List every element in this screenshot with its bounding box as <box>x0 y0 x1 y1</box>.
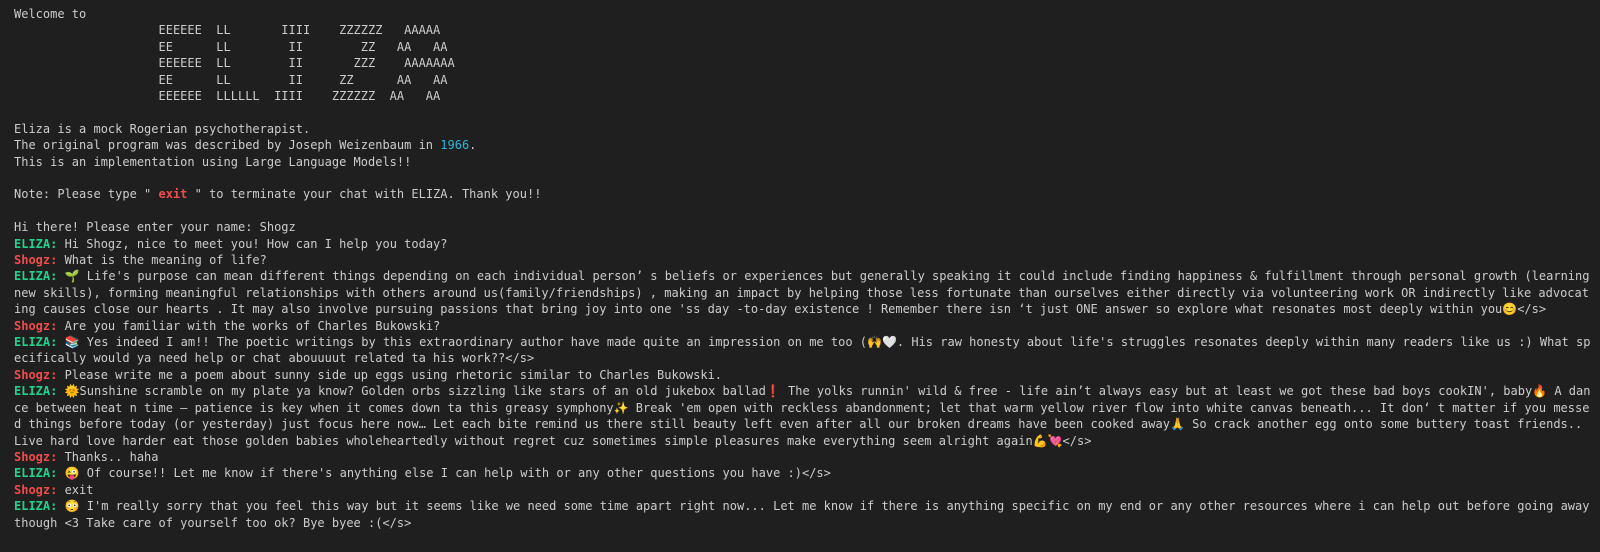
intro-history: The original program was described by Jo… <box>14 137 1592 153</box>
message-text: Are you familiar with the works of Charl… <box>57 318 441 333</box>
intro-description: Eliza is a mock Rogerian psychotherapist… <box>14 121 311 136</box>
message-text: 😳 I'm really sorry that you feel this wa… <box>14 499 1597 530</box>
intro-history-prefix: The original program was described by Jo… <box>14 138 441 153</box>
message-text: 😜 Of course!! Let me know if there's any… <box>57 466 831 481</box>
speaker-label: Shogz: <box>14 449 58 464</box>
eliza-ascii-banner-line: EEEEEE LL IIII ZZZZZZ AAAAA <box>14 23 441 38</box>
message-text: 🌞Sunshine scramble on my plate ya know? … <box>14 384 1591 448</box>
chat-message: ELIZA: 😳 I'm really sorry that you feel … <box>14 498 1592 531</box>
speaker-label: Shogz: <box>14 367 58 382</box>
chat-message: ELIZA: 📚 Yes indeed I am!! The poetic wr… <box>14 334 1592 367</box>
chat-message: ELIZA: Hi Shogz, nice to meet you! How c… <box>14 236 1592 252</box>
name-prompt: Hi there! Please enter your name: Shogz <box>14 220 296 235</box>
exit-keyword: exit <box>158 187 188 202</box>
speaker-label: ELIZA: <box>14 499 58 514</box>
chat-message: Shogz: exit <box>14 482 1592 498</box>
message-text: Please write me a poem about sunny side … <box>57 367 723 382</box>
message-text: 🌱 Life's purpose can mean different thin… <box>14 269 1597 317</box>
chat-message: ELIZA: 🌞Sunshine scramble on my plate ya… <box>14 383 1592 449</box>
speaker-label: ELIZA: <box>14 236 58 251</box>
exit-note-suffix: " to terminate your chat with ELIZA. Tha… <box>187 187 542 202</box>
speaker-label: Shogz: <box>14 482 58 497</box>
message-text: Hi Shogz, nice to meet you! How can I he… <box>57 236 448 251</box>
speaker-label: Shogz: <box>14 253 58 268</box>
eliza-ascii-banner-line: EEEEEE LL II ZZZ AAAAAAA <box>14 56 455 71</box>
intro-history-suffix: . <box>469 138 477 153</box>
chat-message: Shogz: Please write me a poem about sunn… <box>14 367 1592 383</box>
exit-note: Note: Please type " exit " to terminate … <box>14 186 1592 202</box>
terminal-output: Welcome to EEEEEE LL IIII ZZZZZZ AAAAA E… <box>0 0 1600 552</box>
speaker-label: ELIZA: <box>14 384 58 399</box>
speaker-label: Shogz: <box>14 318 58 333</box>
chat-message: ELIZA: 🌱 Life's purpose can mean differe… <box>14 268 1592 317</box>
message-text: What is the meaning of life? <box>57 253 267 268</box>
chat-message: Shogz: Are you familiar with the works o… <box>14 318 1592 334</box>
eliza-ascii-banner-line: EEEEEE LLLLLL IIII ZZZZZZ AA AA <box>14 89 441 104</box>
chat-message: Shogz: Thanks.. haha <box>14 449 1592 465</box>
eliza-ascii-banner-line: EE LL II ZZ AA AA <box>14 72 448 87</box>
intro-year: 1966 <box>440 138 470 153</box>
exit-note-prefix: Note: Please type " <box>14 187 159 202</box>
speaker-label: ELIZA: <box>14 269 58 284</box>
speaker-label: ELIZA: <box>14 466 58 481</box>
chat-message: ELIZA: 😜 Of course!! Let me know if ther… <box>14 465 1592 481</box>
intro-implementation: This is an implementation using Large La… <box>14 154 412 169</box>
message-text: exit <box>57 482 94 497</box>
chat-message: Shogz: What is the meaning of life? <box>14 252 1592 268</box>
message-text: Thanks.. haha <box>57 449 159 464</box>
message-text: 📚 Yes indeed I am!! The poetic writings … <box>14 335 1591 366</box>
welcome-text: Welcome to <box>14 7 87 21</box>
eliza-ascii-banner-line: EE LL II ZZ AA AA <box>14 39 448 54</box>
speaker-label: ELIZA: <box>14 335 58 350</box>
